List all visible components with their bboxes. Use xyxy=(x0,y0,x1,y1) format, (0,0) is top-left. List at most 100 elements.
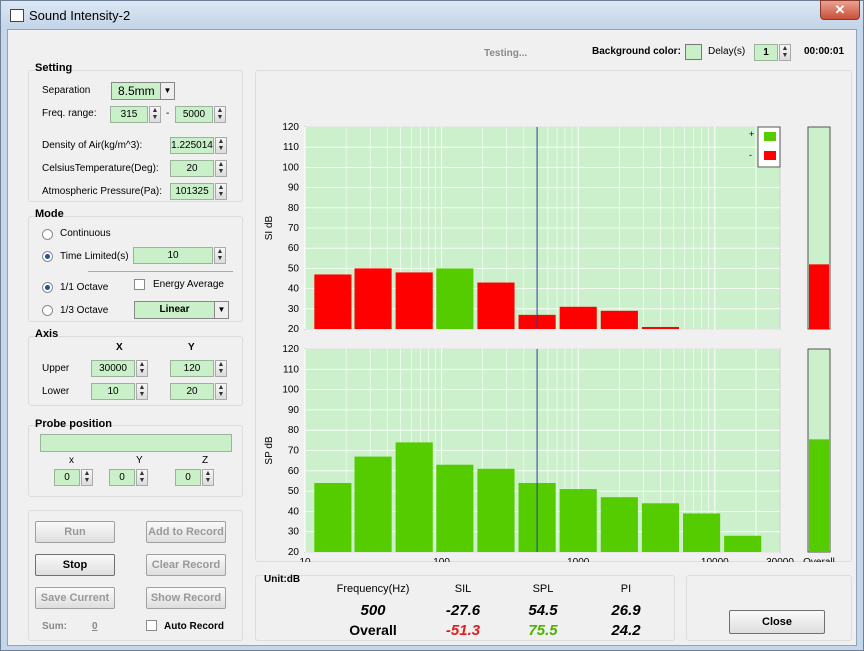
background-color-swatch[interactable] xyxy=(685,44,702,60)
temperature-spinner[interactable]: ▲ ▼ xyxy=(215,160,227,177)
continuous-radio[interactable] xyxy=(42,229,53,240)
bar-63hz xyxy=(395,442,433,552)
probe-title: Probe position xyxy=(35,418,112,430)
probe-x-input[interactable]: 0 xyxy=(54,469,80,486)
probe-z-spinner[interactable]: ▲ ▼ xyxy=(202,469,214,486)
probe-y-spinner[interactable]: ▲ ▼ xyxy=(136,469,148,486)
y-tick-label: 50 xyxy=(288,263,300,274)
probe-position-field[interactable] xyxy=(40,434,232,452)
y-tick-label: 90 xyxy=(288,405,300,416)
delay-input[interactable]: 1 xyxy=(754,44,778,61)
add-to-record-button[interactable]: Add to Record xyxy=(146,521,226,543)
close-button[interactable]: Close xyxy=(729,610,825,634)
temperature-label: CelsiusTemperature(Deg): xyxy=(42,163,159,174)
y-upper-input[interactable]: 120 xyxy=(170,360,214,377)
row1-pi: 26.9 xyxy=(611,602,641,619)
background-color-label: Background color: xyxy=(592,46,681,57)
octave-1-3-radio[interactable] xyxy=(42,305,53,316)
time-limited-radio[interactable] xyxy=(42,251,53,262)
unit-label: Unit:dB xyxy=(264,574,301,585)
y-tick-label: 40 xyxy=(288,284,300,295)
freq-high-spinner[interactable]: ▲ ▼ xyxy=(214,106,226,123)
probe-y-input[interactable]: 0 xyxy=(109,469,135,486)
header-spl: SPL xyxy=(532,583,554,595)
run-button[interactable]: Run xyxy=(35,521,115,543)
y-tick-label: 70 xyxy=(288,223,300,234)
status-text: Testing... xyxy=(484,48,528,59)
bar-16hz xyxy=(314,482,352,552)
row1-frequency: 500 xyxy=(360,602,386,619)
y-upper-spinner[interactable]: ▲ ▼ xyxy=(215,360,227,377)
row2-spl: 75.5 xyxy=(528,622,558,639)
row2-label: Overall xyxy=(349,622,397,638)
octave-1-1-radio[interactable] xyxy=(42,282,53,293)
legend-plus-sign: + xyxy=(749,129,754,139)
axis-title: Axis xyxy=(35,328,59,340)
axis-col-x: X xyxy=(116,342,123,353)
delay-label: Delay(s) xyxy=(708,46,746,57)
axis-lower-label: Lower xyxy=(42,386,70,397)
temperature-input[interactable]: 20 xyxy=(170,160,214,177)
delay-spinner[interactable]: ▲ ▼ xyxy=(779,44,791,61)
legend-negative-swatch xyxy=(764,151,776,160)
row1-spl: 54.5 xyxy=(528,602,558,619)
air-density-input[interactable]: 1.225014 xyxy=(170,137,214,154)
separation-dropdown[interactable]: 8.5mm ▼ xyxy=(111,82,175,100)
continuous-label: Continuous xyxy=(60,228,111,239)
bar-250hz xyxy=(477,282,515,329)
axis-upper-label: Upper xyxy=(42,363,70,374)
show-record-button[interactable]: Show Record xyxy=(146,587,226,609)
pressure-spinner[interactable]: ▲ ▼ xyxy=(215,183,227,200)
probe-col-z: Z xyxy=(202,455,209,466)
x-lower-input[interactable]: 10 xyxy=(91,383,135,400)
chevron-down-icon: ▼ xyxy=(214,302,228,318)
overall-label: Overall xyxy=(803,557,835,562)
weighting-dropdown[interactable]: Linear ▼ xyxy=(134,301,229,319)
y-tick-label: 80 xyxy=(288,203,300,214)
time-limit-input[interactable]: 10 xyxy=(133,247,213,264)
stop-button[interactable]: Stop xyxy=(35,554,115,576)
air-density-spinner[interactable]: ▲ ▼ xyxy=(215,137,227,154)
x-upper-spinner[interactable]: ▲ ▼ xyxy=(136,360,148,377)
pressure-input[interactable]: 101325 xyxy=(170,183,214,200)
time-limited-label: Time Limited(s) xyxy=(60,251,129,262)
chart-svg: 120 110 100 90 80 70 60 50 40 30 20 SI dB 120 110 100 9… xyxy=(264,122,835,562)
x-tick-label: 1000 xyxy=(567,557,590,562)
clear-record-button[interactable]: Clear Record xyxy=(146,554,226,576)
x-tick-label: 10 xyxy=(299,557,311,562)
freq-low-spinner[interactable]: ▲ ▼ xyxy=(149,106,161,123)
time-limit-spinner[interactable]: ▲ ▼ xyxy=(214,247,226,264)
bar-8000hz xyxy=(683,513,721,552)
chevron-down-icon: ▼ xyxy=(160,83,174,99)
row2-pi: 24.2 xyxy=(611,622,641,639)
y-axis-label: SP dB xyxy=(264,436,275,464)
freq-high-input[interactable]: 5000 xyxy=(175,106,213,123)
y-tick-label: 90 xyxy=(288,183,300,194)
auto-record-checkbox[interactable] xyxy=(146,620,157,631)
y-tick-label: 60 xyxy=(288,466,300,477)
y-tick-label: 120 xyxy=(282,344,299,355)
y-tick-label: 40 xyxy=(288,506,300,517)
x-lower-spinner[interactable]: ▲ ▼ xyxy=(136,383,148,400)
window-close-button[interactable]: ✕ xyxy=(820,0,860,20)
y-tick-label: 70 xyxy=(288,446,300,457)
title-bar: Sound Intensity-2 ✕ xyxy=(1,0,863,29)
x-tick-label: 10000 xyxy=(701,557,729,562)
energy-average-label: Energy Average xyxy=(153,279,224,290)
sum-label: Sum: xyxy=(42,621,67,632)
bar-125hz xyxy=(436,268,474,329)
header-pi: PI xyxy=(620,583,632,595)
app-window: Sound Intensity-2 ✕ Testing... Backgroun… xyxy=(0,0,864,651)
bar-2000hz xyxy=(600,310,638,329)
bar-2000hz xyxy=(600,497,638,552)
probe-x-spinner[interactable]: ▲ ▼ xyxy=(81,469,93,486)
y-lower-spinner[interactable]: ▲ ▼ xyxy=(215,383,227,400)
x-upper-input[interactable]: 30000 xyxy=(91,360,135,377)
save-current-button[interactable]: Save Current xyxy=(35,587,115,609)
freq-range-label: Freq. range: xyxy=(42,108,97,119)
probe-z-input[interactable]: 0 xyxy=(175,469,201,486)
freq-low-input[interactable]: 315 xyxy=(110,106,148,123)
x-tick-label: 30000 xyxy=(766,557,794,562)
energy-average-checkbox[interactable] xyxy=(134,279,145,290)
y-lower-input[interactable]: 20 xyxy=(170,383,214,400)
